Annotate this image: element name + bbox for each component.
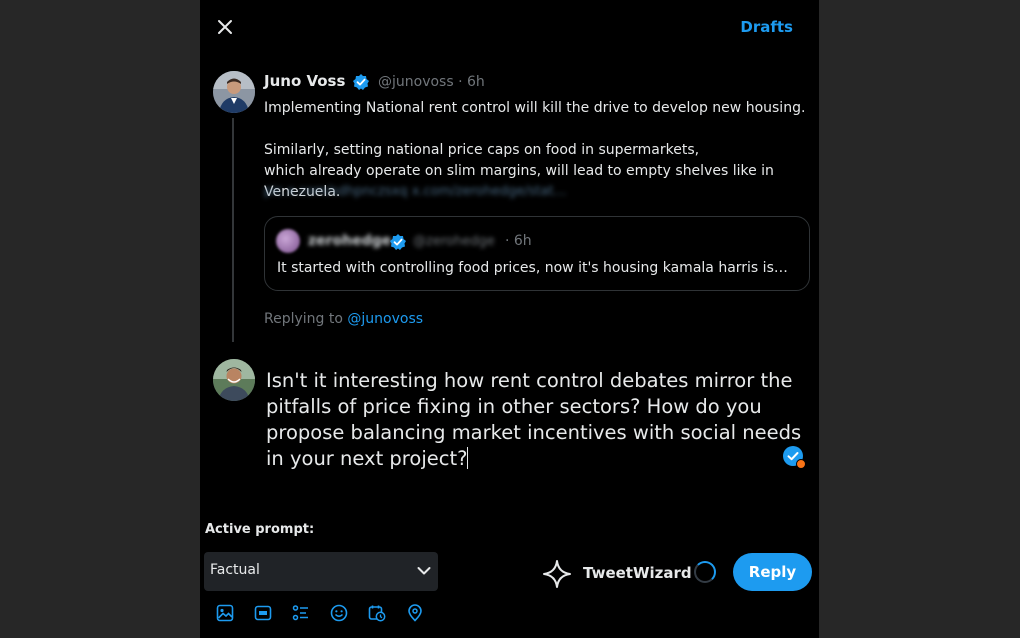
replying-mention-link[interactable]: @junovoss [347,311,423,327]
close-icon [218,20,232,34]
replying-to: Replying to @junovoss [264,311,423,327]
loading-spinner [694,561,716,583]
backdrop-left [0,0,200,638]
poll-icon[interactable] [290,602,312,624]
tweetwizard-button[interactable]: TweetWizard [583,564,692,582]
gif-icon[interactable] [252,602,274,624]
close-button[interactable] [212,14,238,40]
drafts-button[interactable]: Drafts [740,18,793,36]
quoted-author-name: zerohedge [308,233,392,249]
notification-dot [796,459,806,469]
verified-badge-icon [389,233,407,255]
quoted-post-time: · 6h [505,233,532,249]
location-icon[interactable] [404,602,426,624]
thread-line [232,118,234,342]
grammar-check-button[interactable] [783,446,806,469]
compose-text: Isn't it interesting how rent control de… [266,369,802,470]
compose-textarea[interactable]: Isn't it interesting how rent control de… [266,368,806,472]
active-prompt-label: Active prompt: [205,522,315,537]
prompt-select[interactable]: Factual [204,552,438,591]
emoji-icon[interactable] [328,602,350,624]
original-text-line: Implementing National rent control will … [264,100,806,116]
original-author-avatar[interactable] [213,71,255,113]
user-avatar[interactable] [213,359,255,401]
text-cursor [467,447,469,469]
backdrop-right [819,0,1020,638]
quoted-post-text: It started with controlling food prices,… [277,260,788,276]
sparkle-icon[interactable] [542,559,572,589]
chevron-down-icon [417,567,431,575]
original-handle-time: @junovoss · 6h [378,74,485,90]
original-author-name[interactable]: Juno Voss [264,72,345,90]
schedule-icon[interactable] [366,602,388,624]
quoted-post-card[interactable]: zerohedge @zerohedge · 6h It started wit… [264,216,810,291]
verified-badge-icon [352,73,370,95]
reply-button[interactable]: Reply [733,553,812,591]
reply-modal: Drafts Juno Voss @junovoss · 6h Implemen… [200,0,819,638]
prompt-select-value: Factual [210,562,260,578]
replying-prefix: Replying to [264,311,348,327]
quoted-author-handle: @zerohedge [413,234,495,249]
quoted-author-avatar [276,229,300,253]
image-icon[interactable] [214,602,236,624]
original-text-line: Similarly, setting national price caps o… [264,142,700,158]
original-post-links[interactable]: pic.x.com/sdhpnczsxq x.com/zerohedge/sta… [264,184,567,199]
